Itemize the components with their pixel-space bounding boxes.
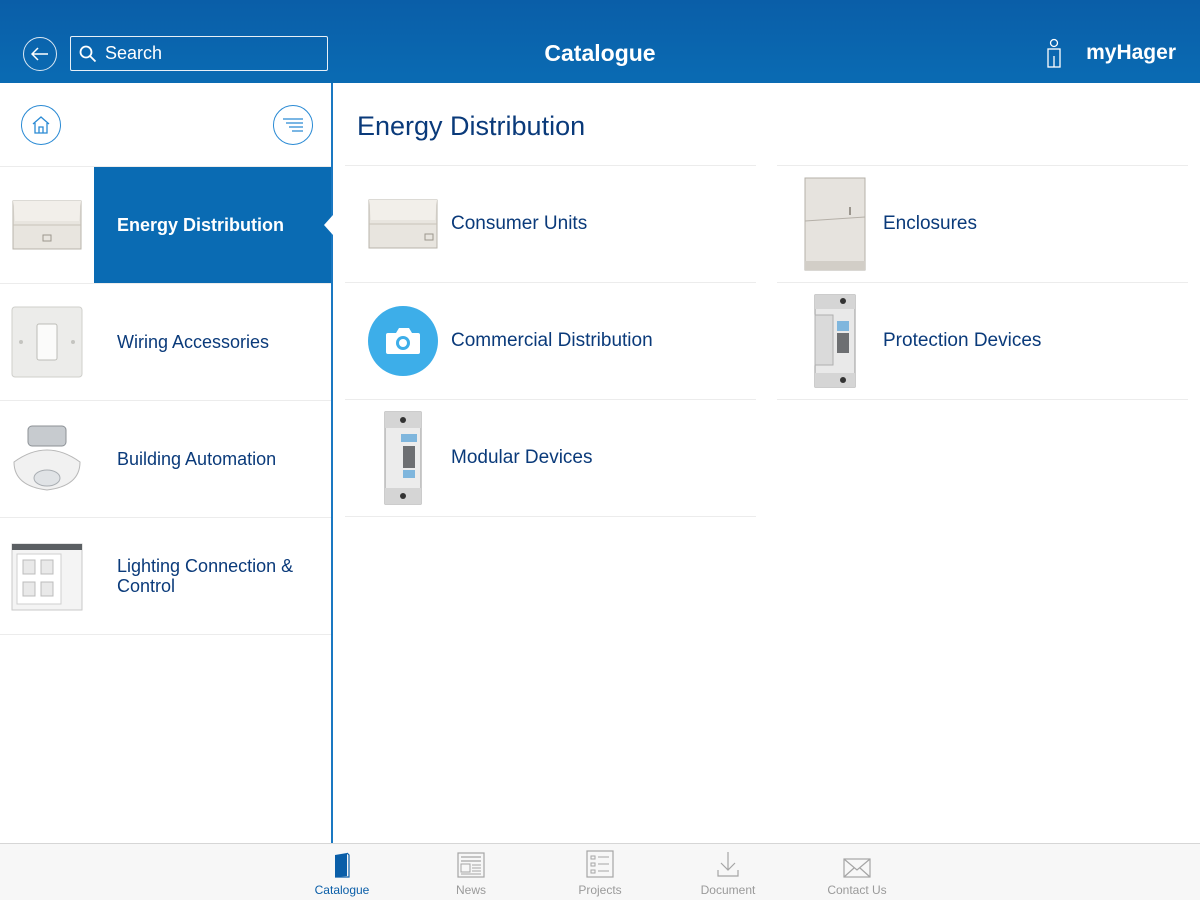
category-sidebar: Energy Distribution Wiring Accessories B…	[0, 83, 333, 843]
sidebar-item-lighting-connection[interactable]: Lighting Connection & Control	[0, 518, 331, 635]
sidebar-item-label: Lighting Connection & Control	[117, 556, 294, 596]
search-input[interactable]	[105, 43, 315, 64]
sidebar-item-energy-distribution[interactable]: Energy Distribution	[0, 167, 333, 284]
user-icon	[1047, 38, 1061, 68]
list-menu-button[interactable]	[273, 105, 313, 145]
back-button[interactable]	[23, 37, 57, 71]
download-icon	[717, 852, 739, 877]
subcategory-label: Modular Devices	[451, 447, 593, 468]
tab-document[interactable]: Document	[673, 844, 783, 900]
envelope-icon	[843, 858, 871, 878]
subcategory-modular-devices[interactable]: Modular Devices	[345, 399, 756, 516]
enclosure-image	[787, 166, 882, 282]
menu-lines-icon	[283, 118, 303, 132]
sidebar-item-label: Building Automation	[117, 449, 277, 469]
divider	[777, 399, 1188, 400]
tab-label: Catalogue	[314, 883, 370, 897]
tab-contact-us[interactable]: Contact Us	[802, 844, 912, 900]
home-button[interactable]	[21, 105, 61, 145]
tab-catalogue[interactable]: Catalogue	[287, 844, 397, 900]
user-name: myHager	[1086, 41, 1176, 64]
subcategory-label: Enclosures	[883, 213, 977, 234]
user-account[interactable]: myHager	[1044, 38, 1176, 68]
light-switch-image	[0, 284, 94, 400]
subcategory-protection-devices[interactable]: Protection Devices	[777, 282, 1188, 399]
divider	[345, 516, 756, 517]
subcategory-consumer-units[interactable]: Consumer Units	[345, 165, 756, 282]
book-icon	[335, 852, 350, 878]
home-icon	[32, 116, 50, 134]
tab-label: Projects	[578, 883, 622, 897]
sidebar-item-label: Wiring Accessories	[117, 332, 270, 352]
consumer-unit-image	[355, 166, 450, 282]
top-bar: Catalogue myHager	[0, 0, 1200, 83]
tab-label: Contact Us	[827, 883, 887, 897]
camera-placeholder-icon	[355, 283, 450, 399]
sidebar-item-label: Energy Distribution	[94, 167, 331, 283]
search-icon	[79, 45, 97, 62]
tab-news[interactable]: News	[416, 844, 526, 900]
checklist-icon	[586, 850, 614, 878]
bottom-tab-bar: Catalogue News Projects Document Contact…	[0, 843, 1200, 900]
arrow-left-icon	[31, 47, 48, 61]
sidebar-item-wiring-accessories[interactable]: Wiring Accessories	[0, 284, 331, 401]
tab-projects[interactable]: Projects	[545, 844, 655, 900]
search-field[interactable]	[70, 36, 328, 71]
modular-switch-image	[355, 400, 450, 516]
subcategory-label: Consumer Units	[451, 213, 588, 234]
subcategory-label: Commercial Distribution	[451, 330, 653, 351]
subcategory-enclosures[interactable]: Enclosures	[777, 165, 1188, 282]
motion-sensor-image	[0, 401, 94, 517]
subcategory-label: Protection Devices	[883, 330, 1042, 351]
sidebar-toolbar	[0, 83, 331, 167]
subcategory-commercial-distribution[interactable]: Commercial Distribution	[345, 282, 756, 399]
tab-label: News	[455, 883, 486, 897]
consumer-unit-image	[0, 167, 94, 283]
sidebar-item-building-automation[interactable]: Building Automation	[0, 401, 331, 518]
subcategory-panel: Energy Distribution Consumer Units Enclo…	[335, 83, 1200, 843]
newspaper-icon	[457, 852, 485, 878]
circuit-breaker-image	[787, 283, 882, 399]
tab-label: Document	[700, 883, 756, 897]
lighting-connection-image	[0, 518, 94, 634]
section-title: Energy Distribution	[357, 111, 586, 141]
